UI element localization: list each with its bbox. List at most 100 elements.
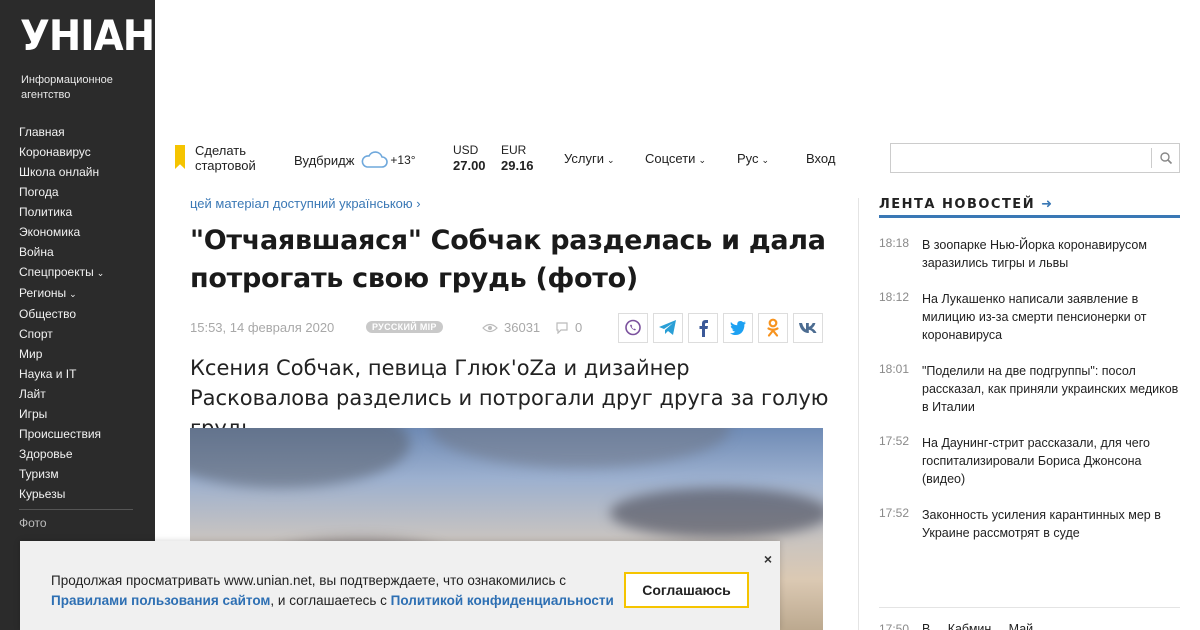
article-tag[interactable]: Русский мір [366,321,443,333]
share-facebook-button[interactable] [688,313,718,343]
sidebar-item-label: Общество [19,307,77,321]
share-odnoklassniki-button[interactable] [758,313,788,343]
ukrainian-version-link[interactable]: цей матеріал доступний українською › [190,196,421,211]
sidebar-item[interactable]: Погода [19,182,104,202]
services-menu[interactable]: Услуги ⌄ [564,151,615,166]
news-feed-heading[interactable]: ЛЕНТА НОВОСТЕЙ ➜ [879,197,1053,212]
article-date: 15:53, 14 февраля 2020 [190,320,335,335]
weather-temp: +13° [390,153,416,167]
cookie-text-part1: Продолжая просматривать www.unian.net, в… [51,573,566,588]
sidebar-item[interactable]: Регионы ⌄ [19,283,104,304]
bookmark-icon[interactable] [175,145,185,169]
odnoklassniki-icon [767,318,779,337]
news-time: 18:12 [879,290,910,304]
make-start-line1: Сделать [195,143,247,158]
sidebar-item[interactable]: Экономика [19,222,104,242]
sidebar-item[interactable]: Лайт [19,384,104,404]
share-vk-button[interactable] [793,313,823,343]
sidebar-item[interactable]: Общество [19,304,104,324]
eur-label: EUR [501,143,527,157]
sidebar-item[interactable]: Происшествия [19,424,104,444]
news-title: В ... Кабмин ... Май... [922,622,1044,630]
views-counter: 36031 [482,320,540,335]
privacy-link[interactable]: Политикой конфиденциальности [391,593,614,608]
sidebar-item[interactable]: Школа онлайн [19,162,104,182]
nav-divider [19,509,133,510]
eur-value: 29.16 [501,158,534,173]
sidebar-item[interactable]: Коронавирус [19,142,104,162]
news-title: На Лукашенко написали заявление в милици… [922,292,1147,342]
terms-link[interactable]: Правилами пользования сайтом [51,593,270,608]
search-separator [1151,148,1152,168]
make-start-page-link[interactable]: Сделать стартовой [195,143,256,173]
sidebar-item[interactable]: Главная [19,122,104,142]
services-label: Услуги [564,151,604,166]
news-time: 17:52 [879,506,910,520]
top-bar: Сделать стартовой Вудбридж +13° USD 27.0… [155,135,1200,181]
sidebar-item-label: Происшествия [19,427,102,441]
logo-text: УНІАН [20,11,155,60]
close-icon[interactable]: × [764,551,772,567]
logo-tagline: Информационное агентство [21,74,113,101]
share-telegram-button[interactable] [653,313,683,343]
share-viber-button[interactable] [618,313,648,343]
social-label: Соцсети [645,151,696,166]
sidebar-item-label: Курьезы [19,487,66,501]
news-time: 18:18 [879,236,910,250]
sidebar-item[interactable]: Туризм [19,464,104,484]
sidebar-item[interactable]: Политика [19,202,104,222]
unian-logo[interactable]: УНІАН [20,6,155,66]
sidebar-item-label: Политика [19,205,73,219]
sidebar-item-label: Здоровье [19,447,73,461]
arrow-right-icon: ➜ [1041,197,1054,212]
usd-value: 27.00 [453,158,486,173]
cookie-text-part2: , и соглашаетесь с [270,593,391,608]
sidebar-item[interactable]: Спецпроекты ⌄ [19,262,104,283]
sidebar-item-label: Спорт [19,327,53,341]
news-feed-title: ЛЕНТА НОВОСТЕЙ [879,197,1036,212]
sidebar-item-label: Война [19,245,54,259]
share-twitter-button[interactable] [723,313,753,343]
column-divider [858,198,859,630]
sidebar-item-label: Туризм [19,467,59,481]
sidebar-item[interactable]: Здоровье [19,444,104,464]
feed-heading-underline [879,215,1180,218]
search-box [890,143,1180,173]
usd-rate[interactable]: USD 27.00 [453,143,486,173]
sidebar-item[interactable]: Война [19,242,104,262]
sidebar-item[interactable]: Игры [19,404,104,424]
language-menu[interactable]: Рус ⌄ [737,151,769,166]
sidebar-item[interactable]: Курьезы [19,484,104,504]
sidebar-item-label: Игры [19,407,48,421]
search-input[interactable] [891,144,1151,172]
cloud-icon [362,151,389,168]
cookie-text: Продолжая просматривать www.unian.net, в… [51,571,621,611]
news-time: 18:01 [879,362,910,376]
news-time: 17:50 [879,622,910,630]
login-link[interactable]: Вход [806,151,835,166]
news-title: "Поделили на две подгруппы": посол расск… [922,364,1179,414]
chevron-down-icon: ⌄ [698,155,706,165]
weather-city: Вудбридж [294,152,355,168]
comments-counter[interactable]: 0 [555,320,582,335]
sidebar: УНІАН Информационное агентство Главная Ко… [0,0,155,630]
sidebar-item[interactable]: Мир [19,344,104,364]
search-icon[interactable] [1159,151,1173,165]
sidebar-nav: Главная Коронавирус Школа онлайн Погода Поли… [19,122,104,504]
lang-link-label: цей матеріал доступний українською [190,196,413,211]
comments-count: 0 [575,320,583,335]
sidebar-item-foto[interactable]: Фото [19,516,47,530]
sidebar-item[interactable]: Наука и IT [19,364,104,384]
chevron-down-icon: ⌄ [96,268,105,278]
news-item-partial[interactable]: 17:50 В ... Кабмин ... Май... [879,622,1044,630]
telegram-icon [659,320,676,335]
social-menu[interactable]: Соцсети ⌄ [645,151,706,166]
sidebar-item[interactable]: Спорт [19,324,104,344]
vk-icon [799,323,817,333]
language-label: Рус [737,151,759,166]
article-title: "Отчаявшаяся" Собчак разделась и дала по… [190,225,826,294]
weather-widget[interactable]: Вудбридж +13° [294,151,416,169]
news-title: На Даунинг-стрит рассказали, для чего го… [922,436,1150,486]
agree-button[interactable]: Соглашаюсь [624,572,749,608]
eur-rate[interactable]: EUR 29.16 [501,143,534,173]
